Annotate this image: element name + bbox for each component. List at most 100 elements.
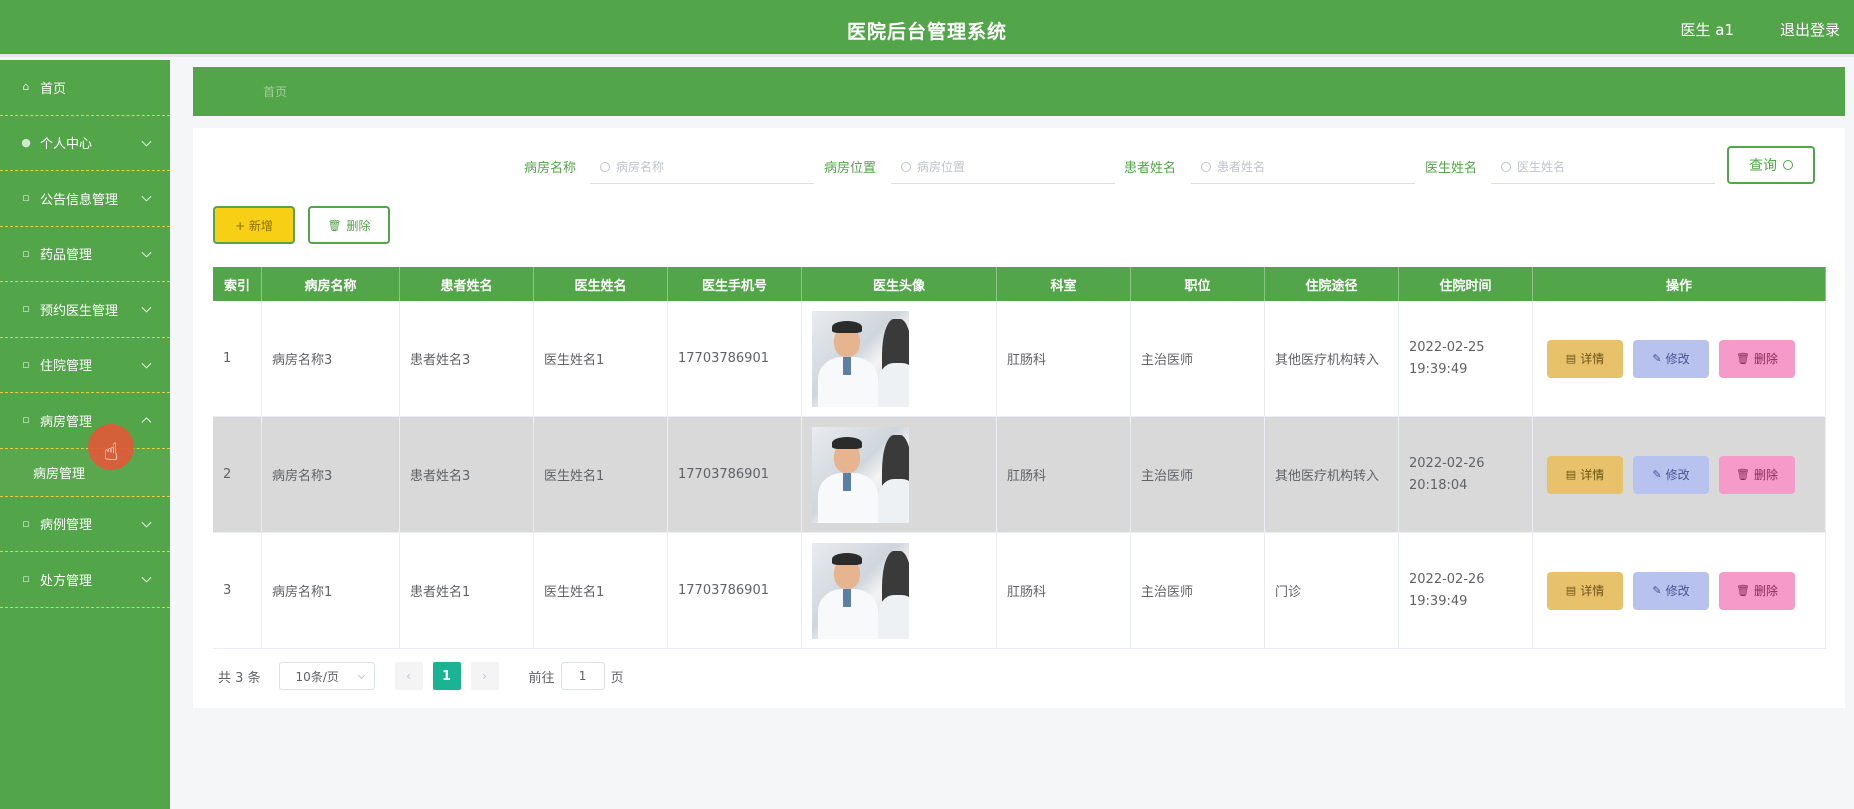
page-suffix: 页 xyxy=(610,670,624,686)
cell-position: 主治医师 xyxy=(1131,533,1265,648)
home-icon: ⌂ xyxy=(22,80,30,94)
breadcrumb: 首页 xyxy=(193,67,1845,116)
sidebar-item-profile[interactable]: ● 个人中心 xyxy=(0,116,170,171)
cell-phone: 17703786901 xyxy=(668,417,802,532)
appointment-icon: ▫ xyxy=(22,302,30,316)
hand-cursor-icon: ☝ xyxy=(104,438,119,466)
batch-delete-button[interactable]: 🗑 删除 xyxy=(308,206,390,244)
doctor-photo xyxy=(812,542,909,639)
page-size-select[interactable]: 10条/页 xyxy=(278,662,375,690)
cell-index: 1 xyxy=(213,301,262,416)
cell-avatar xyxy=(802,533,997,648)
delete-button[interactable]: 🗑 删除 xyxy=(1719,571,1795,610)
cell-room: 病房名称1 xyxy=(262,533,400,648)
cell-time: 2022-02-25 19:39:49 xyxy=(1399,301,1533,416)
add-button[interactable]: + 新增 xyxy=(213,206,295,244)
sidebar-item-label: 处方管理 xyxy=(40,573,93,589)
document-icon: ▤ xyxy=(1565,468,1577,481)
sidebar-item-appointment[interactable]: ▫ 预约医生管理 xyxy=(0,282,170,338)
sidebar-item-label: 个人中心 xyxy=(40,137,93,153)
sidebar-item-home[interactable]: ⌂ 首页 xyxy=(0,60,170,116)
chevron-down-icon xyxy=(141,191,152,202)
edit-button[interactable]: ✎ 修改 xyxy=(1633,339,1709,378)
document-icon: ▤ xyxy=(1565,584,1577,597)
cell-patient: 患者姓名3 xyxy=(400,417,534,532)
cell-room: 病房名称3 xyxy=(262,301,400,416)
submenu-item-ward-management[interactable]: 病房管理 xyxy=(0,448,170,497)
detail-button[interactable]: ▤ 详情 xyxy=(1547,455,1623,494)
chevron-left-icon: ‹ xyxy=(406,669,411,683)
edit-button[interactable]: ✎ 修改 xyxy=(1633,571,1709,610)
delete-button[interactable]: 🗑 删除 xyxy=(1719,339,1795,378)
pagination-total: 共 3 条 xyxy=(218,670,261,686)
chevron-down-icon xyxy=(357,671,365,680)
table-header: 索引 病房名称 患者姓名 医生姓名 医生手机号 医生头像 科室 职位 住院途径 … xyxy=(213,267,1826,301)
search-input-room[interactable]: 病房名称 xyxy=(590,150,814,184)
search-input-location[interactable]: 病房位置 xyxy=(891,150,1115,184)
search-icon xyxy=(1201,161,1211,172)
cell-time: 2022-02-26 20:18:04 xyxy=(1399,417,1533,532)
medicine-icon: ▫ xyxy=(22,246,30,260)
cell-room: 病房名称3 xyxy=(262,417,400,532)
sidebar-item-label: 首页 xyxy=(40,81,67,97)
logout-link[interactable]: 退出登录 xyxy=(1780,19,1840,40)
sidebar-item-label: 病房管理 xyxy=(40,414,93,430)
col-index: 索引 xyxy=(213,267,262,301)
sidebar-item-label: 药品管理 xyxy=(40,248,93,264)
sidebar: ⌂ 首页 ● 个人中心 ▫ 公告信息管理 ▫ 药品管理 ▫ 预约医生管理 ▫ 住… xyxy=(0,60,170,809)
chevron-down-icon xyxy=(141,302,152,313)
doctor-photo xyxy=(812,426,909,523)
chevron-down-icon xyxy=(141,517,152,528)
breadcrumb-home[interactable]: 首页 xyxy=(263,83,287,100)
query-button[interactable]: 查询 xyxy=(1727,146,1815,184)
chevron-up-icon xyxy=(141,417,152,428)
prev-page-button[interactable]: ‹ xyxy=(394,662,423,690)
sidebar-item-ward[interactable]: ▫ 病房管理 xyxy=(0,393,170,449)
edit-button[interactable]: ✎ 修改 xyxy=(1633,455,1709,494)
col-dept: 科室 xyxy=(997,267,1131,301)
col-avatar: 医生头像 xyxy=(802,267,997,301)
edit-icon: ✎ xyxy=(1652,352,1662,365)
cell-actions: ▤ 详情 ✎ 修改 🗑 删除 xyxy=(1533,417,1826,532)
trash-icon: 🗑 xyxy=(1736,352,1750,365)
cell-dept: 肛肠科 xyxy=(997,417,1131,532)
sidebar-item-prescription[interactable]: ▫ 处方管理 xyxy=(0,552,170,608)
search-input-doctor[interactable]: 医生姓名 xyxy=(1491,150,1715,184)
search-label-room: 病房名称 xyxy=(524,161,577,176)
cell-phone: 17703786901 xyxy=(668,533,802,648)
doctor-photo xyxy=(812,310,909,407)
search-icon xyxy=(1501,161,1511,172)
cell-doctor: 医生姓名1 xyxy=(534,533,668,648)
cell-patient: 患者姓名1 xyxy=(400,533,534,648)
chevron-down-icon xyxy=(141,247,152,258)
cell-position: 主治医师 xyxy=(1131,417,1265,532)
detail-button[interactable]: ▤ 详情 xyxy=(1547,571,1623,610)
page-number-current[interactable]: 1 xyxy=(432,662,461,690)
sidebar-item-label: 住院管理 xyxy=(40,359,93,375)
sidebar-item-medicine[interactable]: ▫ 药品管理 xyxy=(0,227,170,282)
trash-icon: 🗑 xyxy=(1736,468,1750,481)
col-route: 住院途径 xyxy=(1265,267,1399,301)
sidebar-item-notice[interactable]: ▫ 公告信息管理 xyxy=(0,171,170,227)
delete-button[interactable]: 🗑 删除 xyxy=(1719,455,1795,494)
sidebar-item-hospitalization[interactable]: ▫ 住院管理 xyxy=(0,338,170,393)
col-patient: 患者姓名 xyxy=(400,267,534,301)
detail-button[interactable]: ▤ 详情 xyxy=(1547,339,1623,378)
edit-icon: ✎ xyxy=(1652,468,1662,481)
cell-phone: 17703786901 xyxy=(668,301,802,416)
next-page-button[interactable]: › xyxy=(470,662,499,690)
search-input-patient[interactable]: 患者姓名 xyxy=(1191,150,1415,184)
sidebar-item-case[interactable]: ▫ 病例管理 xyxy=(0,497,170,552)
table-row: 3 病房名称1 患者姓名1 医生姓名1 17703786901 肛肠科 主治医师… xyxy=(213,533,1826,649)
trash-icon: 🗑 xyxy=(1736,584,1750,597)
edit-icon: ✎ xyxy=(1652,584,1662,597)
table-row: 1 病房名称3 患者姓名3 医生姓名1 17703786901 肛肠科 主治医师… xyxy=(213,301,1826,417)
cell-position: 主治医师 xyxy=(1131,301,1265,416)
table-row: 2 病房名称3 患者姓名3 医生姓名1 17703786901 肛肠科 主治医师… xyxy=(213,417,1826,533)
goto-page-input[interactable]: 1 xyxy=(560,662,605,690)
bed-icon: ▫ xyxy=(22,357,30,371)
cell-patient: 患者姓名3 xyxy=(400,301,534,416)
chevron-down-icon xyxy=(141,358,152,369)
cell-dept: 肛肠科 xyxy=(997,301,1131,416)
pagination: 共 3 条 10条/页 ‹ 1 › 前往 1 页 xyxy=(218,662,624,690)
